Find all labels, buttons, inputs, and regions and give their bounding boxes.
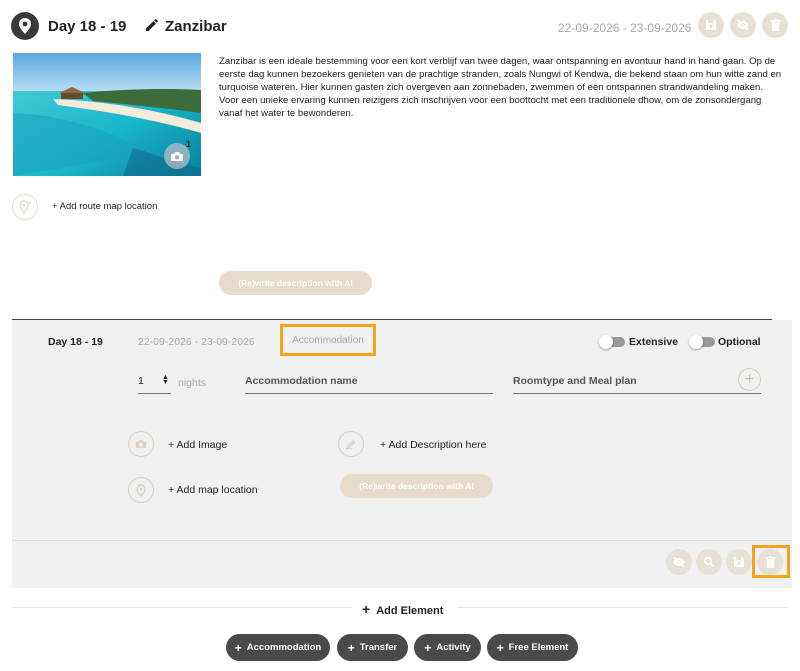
add-transfer-button[interactable]: + Transfer — [337, 634, 408, 661]
location-pin-icon — [11, 12, 39, 40]
add-image-link[interactable]: + Add Image — [168, 439, 227, 451]
roomtype-meal-plan-input[interactable]: Roomtype and Meal plan — [513, 375, 761, 394]
add-element-label: Add Element — [376, 605, 444, 617]
plus-icon: + — [424, 640, 432, 655]
plus-icon: + — [347, 640, 355, 655]
add-element-line-left — [12, 607, 352, 608]
element-type-field[interactable]: Accommodation — [280, 324, 376, 356]
stepper-arrows-icon[interactable]: ▲ ▼ — [162, 374, 169, 386]
day-range-title: Day 18 - 19 — [48, 18, 127, 35]
search-icon — [703, 556, 715, 568]
add-description-link[interactable]: + Add Description here — [380, 439, 487, 451]
panel-divider — [12, 540, 792, 541]
element-search-button[interactable] — [696, 549, 722, 575]
toggle-knob — [599, 335, 613, 349]
day-description[interactable]: Zanzibar is een ideale bestemming voor e… — [219, 55, 785, 120]
plus-icon: + — [496, 640, 504, 655]
toggle-knob — [689, 335, 703, 349]
eye-off-icon — [737, 19, 749, 31]
extensive-toggle[interactable] — [599, 335, 625, 349]
destination-title[interactable]: Zanzibar — [165, 18, 227, 35]
accommodation-name-input[interactable]: Accommodation name — [245, 375, 493, 394]
element-save-button[interactable] — [726, 549, 752, 575]
add-map-location-link[interactable]: + Add map location — [168, 484, 258, 496]
nights-value: 1 — [138, 375, 144, 387]
plus-icon: + — [234, 640, 242, 655]
delete-highlight — [752, 545, 790, 578]
element-hide-button[interactable] — [666, 549, 692, 575]
pill-label: Transfer — [359, 642, 398, 653]
pill-label: Accommodation — [246, 642, 322, 653]
pill-label: Free Element — [508, 642, 569, 653]
add-activity-button[interactable]: + Activity — [414, 634, 481, 661]
trash-icon — [770, 19, 780, 31]
accommodation-element-panel — [12, 320, 792, 588]
pencil-icon[interactable] — [145, 18, 161, 34]
nights-label: nights — [178, 377, 207, 389]
plus-icon: + — [362, 601, 371, 617]
route-map-icon[interactable] — [12, 194, 38, 220]
photo-count: 1 — [186, 139, 192, 149]
add-free-element-button[interactable]: + Free Element — [487, 634, 578, 661]
add-accommodation-button[interactable]: + Accommodation — [226, 634, 330, 661]
nights-stepper[interactable]: 1 ▲ ▼ — [138, 374, 171, 394]
map-pin-icon[interactable] — [128, 477, 154, 503]
hide-button[interactable] — [730, 12, 756, 38]
element-dates: 22-09-2026 - 23-09-2026 — [138, 336, 255, 348]
add-element-line-right — [458, 607, 788, 608]
element-rewrite-ai-button[interactable]: (Re)write description with AI — [340, 474, 493, 498]
optional-label: Optional — [718, 336, 761, 348]
rewrite-ai-button[interactable]: (Re)write description with AI — [219, 271, 372, 295]
pill-label: Activity — [436, 642, 471, 653]
add-route-map-link[interactable]: + Add route map location — [52, 201, 157, 212]
extensive-label: Extensive — [629, 336, 679, 348]
save-button[interactable] — [698, 12, 724, 38]
pen-icon[interactable] — [338, 431, 364, 457]
save-icon — [706, 20, 716, 30]
add-room-icon[interactable]: + — [738, 368, 761, 391]
element-day-range: Day 18 - 19 — [48, 336, 103, 348]
save-icon — [734, 557, 744, 567]
delete-button[interactable] — [762, 12, 788, 38]
camera-icon[interactable] — [128, 431, 154, 457]
eye-off-icon — [673, 556, 685, 568]
header-dates: 22-09-2026 - 23-09-2026 — [558, 21, 692, 35]
optional-toggle[interactable] — [689, 335, 715, 349]
add-element-heading[interactable]: + Add Element — [362, 601, 443, 617]
